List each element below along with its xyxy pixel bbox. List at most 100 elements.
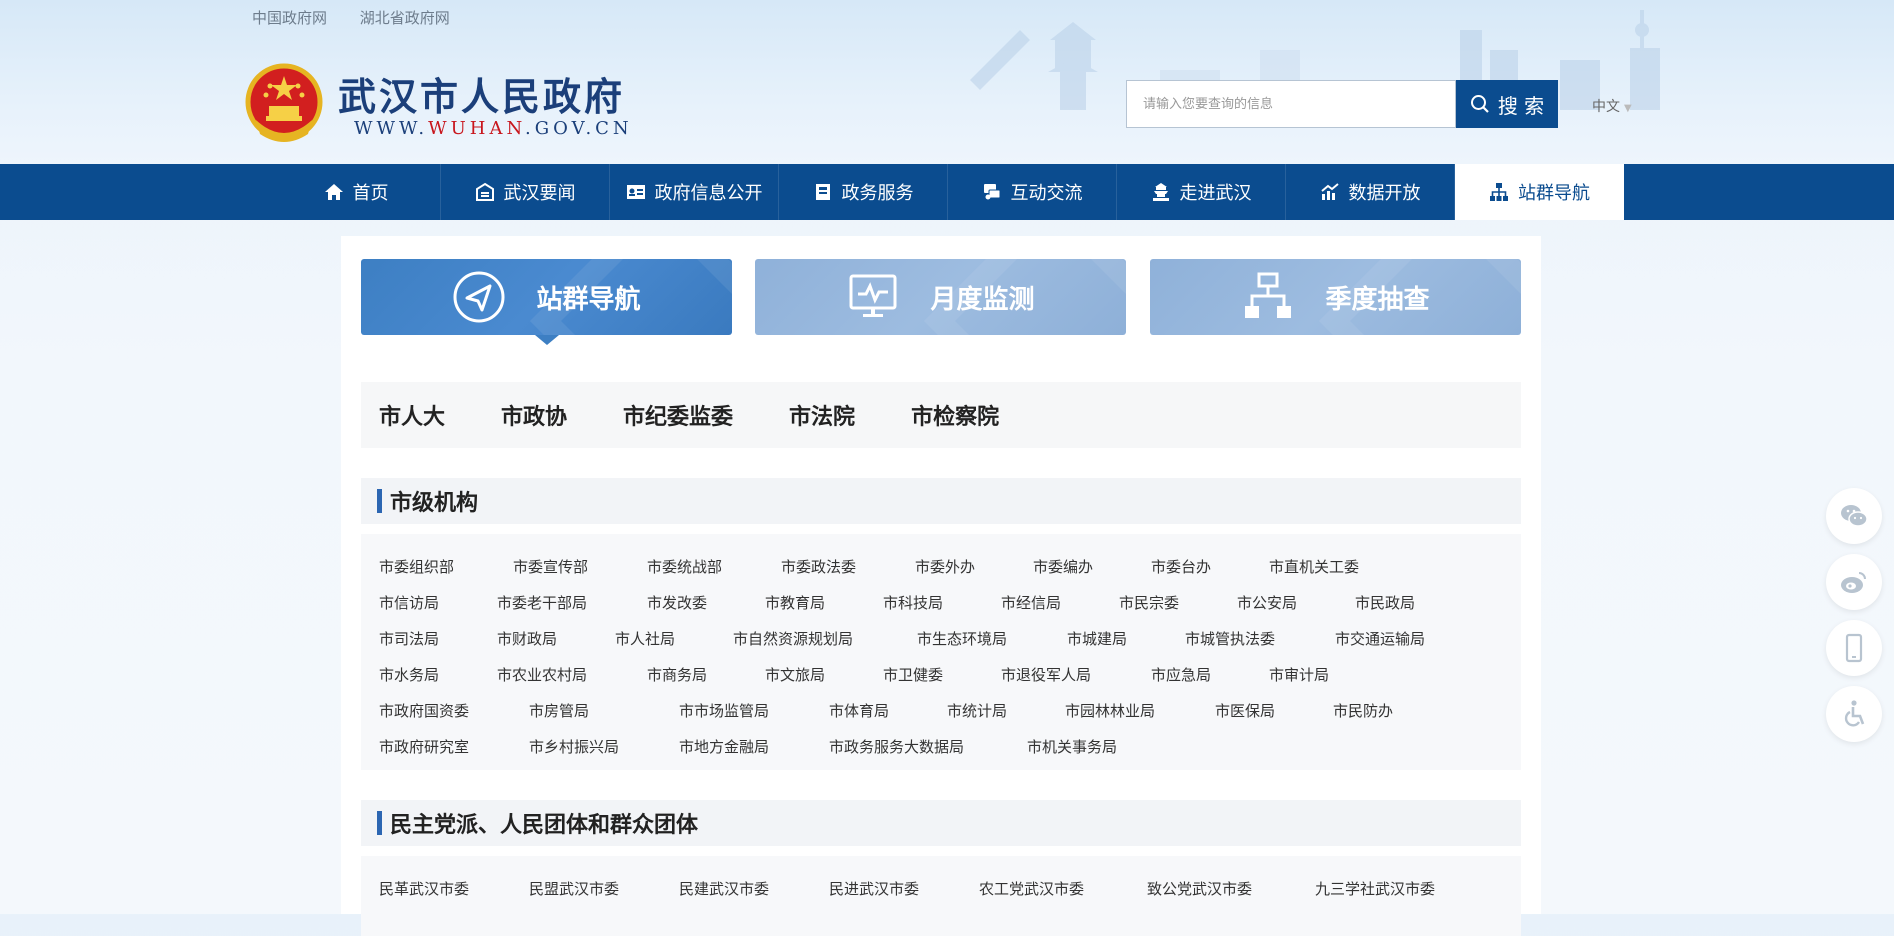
org-link[interactable]: 市交通运输局 — [1335, 628, 1485, 649]
org-link[interactable]: 市政务服务大数据局 — [829, 736, 1027, 757]
org-link[interactable]: 民建武汉市委 — [679, 878, 829, 899]
org-link[interactable]: 市直机关工委 — [1269, 556, 1409, 577]
org-link[interactable]: 市委宣传部 — [513, 556, 647, 577]
org-link[interactable]: 市机关事务局 — [1027, 736, 1177, 757]
org-link[interactable]: 市城管执法委 — [1185, 628, 1335, 649]
nav-gov-service[interactable]: 政务服务 — [779, 164, 948, 220]
org-link[interactable]: 市房管局 — [529, 700, 679, 721]
org-link[interactable]: 市应急局 — [1151, 664, 1269, 685]
nav-interaction[interactable]: 互动交流 — [948, 164, 1117, 220]
org-link[interactable]: 市市场监管局 — [679, 700, 829, 721]
language-label: 中文 — [1592, 99, 1620, 115]
search-input[interactable]: 请输入您要查询的信息 — [1126, 80, 1456, 128]
org-link[interactable]: 致公党武汉市委 — [1147, 878, 1315, 899]
org-link[interactable]: 民进武汉市委 — [829, 878, 979, 899]
party-group-links: 民革武汉市委 民盟武汉市委 民建武汉市委 民进武汉市委 农工党武汉市委 致公党武汉市委 九三… — [361, 856, 1521, 936]
interaction-icon — [983, 184, 1000, 200]
org-link[interactable]: 市教育局 — [765, 592, 883, 613]
org-link[interactable]: 市园林林业局 — [1065, 700, 1215, 721]
nav-wuhan-news[interactable]: 武汉要闻 — [441, 164, 610, 220]
link-hubei-gov[interactable]: 湖北省政府网 — [360, 9, 450, 27]
nav-about-wuhan[interactable]: 走进武汉 — [1117, 164, 1286, 220]
org-link[interactable]: 市委组织部 — [379, 556, 513, 577]
org-link[interactable]: 市水务局 — [379, 664, 497, 685]
org-link[interactable]: 市体育局 — [829, 700, 947, 721]
wechat-icon — [1841, 505, 1868, 527]
weibo-button[interactable] — [1826, 554, 1882, 610]
org-link[interactable]: 市委编办 — [1033, 556, 1151, 577]
section-marker — [377, 489, 382, 513]
search-button[interactable]: 搜 索 — [1456, 80, 1558, 128]
org-link[interactable]: 市卫健委 — [883, 664, 1001, 685]
link-row: 民革武汉市委 民盟武汉市委 民建武汉市委 民进武汉市委 农工党武汉市委 致公党武汉市委 九三… — [379, 870, 1503, 906]
org-link[interactable]: 市委外办 — [915, 556, 1033, 577]
org-link[interactable]: 市生态环境局 — [917, 628, 1067, 649]
org-link[interactable]: 市民政局 — [1355, 592, 1473, 613]
org-link[interactable]: 市信访局 — [379, 592, 497, 613]
section-title: 民主党派、人民团体和群众团体 — [390, 813, 699, 838]
nav-interaction-label: 互动交流 — [1010, 183, 1083, 204]
main-panel: 站群导航 月度监测 季度抽查 市人大 市政协 市纪委监委 市法院 市检察院 市级… — [341, 236, 1541, 936]
org-link[interactable]: 市统计局 — [947, 700, 1065, 721]
org-link[interactable]: 市科技局 — [883, 592, 1001, 613]
org-link[interactable]: 市检察院 — [911, 399, 999, 431]
search-button-label: 搜 索 — [1497, 93, 1545, 118]
mobile-button[interactable] — [1826, 620, 1882, 676]
url-brand: WUHAN — [428, 118, 526, 139]
org-link[interactable]: 市民宗委 — [1119, 592, 1237, 613]
nav-gov-info[interactable]: 政府信息公开 — [610, 164, 779, 220]
org-link[interactable]: 市审计局 — [1269, 664, 1387, 685]
org-link[interactable]: 市商务局 — [647, 664, 765, 685]
org-link[interactable]: 市医保局 — [1215, 700, 1333, 721]
nav-gov-service-label: 政务服务 — [841, 183, 914, 204]
city-institution-links: 市委组织部 市委宣传部 市委统战部 市委政法委 市委外办 市委编办 市委台办 市直机关工委市信… — [361, 534, 1521, 770]
org-link[interactable]: 市民防办 — [1333, 700, 1451, 721]
weibo-icon — [1841, 572, 1866, 593]
org-link[interactable]: 市委老干部局 — [497, 592, 647, 613]
org-link[interactable]: 市委政法委 — [781, 556, 915, 577]
org-link[interactable]: 市委台办 — [1151, 556, 1269, 577]
national-emblem-logo[interactable] — [242, 62, 326, 146]
org-link[interactable]: 市政府研究室 — [379, 736, 529, 757]
tab-quarterly-check[interactable]: 季度抽查 — [1150, 259, 1521, 335]
org-link[interactable]: 民革武汉市委 — [379, 878, 529, 899]
org-link[interactable]: 市人大 — [379, 399, 445, 431]
link-row: 市委组织部 市委宣传部 市委统战部 市委政法委 市委外办 市委编办 市委台办 市直机关工委 — [379, 548, 1503, 584]
org-link[interactable]: 市文旅局 — [765, 664, 883, 685]
org-link[interactable]: 市公安局 — [1237, 592, 1355, 613]
org-link[interactable]: 民盟武汉市委 — [529, 878, 679, 899]
nav-home[interactable]: 首页 — [272, 164, 441, 220]
org-link[interactable]: 市城建局 — [1067, 628, 1185, 649]
chevron-down-icon: ▼ — [1624, 103, 1632, 114]
accessibility-button[interactable] — [1826, 686, 1882, 742]
org-link[interactable]: 市地方金融局 — [679, 736, 829, 757]
org-link[interactable]: 市人社局 — [615, 628, 733, 649]
nav-open-data[interactable]: 数据开放 — [1286, 164, 1455, 220]
org-link[interactable]: 市纪委监委 — [623, 399, 733, 431]
org-link[interactable]: 市财政局 — [497, 628, 615, 649]
org-link[interactable]: 九三学社武汉市委 — [1315, 878, 1485, 899]
org-link[interactable]: 市委统战部 — [647, 556, 781, 577]
monitor-icon — [849, 274, 897, 317]
org-link[interactable]: 市经信局 — [1001, 592, 1119, 613]
org-link[interactable]: 市乡村振兴局 — [529, 736, 679, 757]
link-gov-cn[interactable]: 中国政府网 — [252, 9, 327, 27]
tab-site-navigation[interactable]: 站群导航 — [361, 259, 732, 335]
org-link[interactable]: 市自然资源规划局 — [733, 628, 917, 649]
org-link[interactable]: 市发改委 — [647, 592, 765, 613]
org-link[interactable]: 市退役军人局 — [1001, 664, 1151, 685]
org-link[interactable]: 市政协 — [501, 399, 567, 431]
org-link[interactable]: 市政府国资委 — [379, 700, 529, 721]
org-link[interactable]: 市农业农村局 — [497, 664, 647, 685]
nav-site-navigation[interactable]: 站群导航 — [1455, 164, 1624, 220]
tab-monthly-monitoring[interactable]: 月度监测 — [755, 259, 1126, 335]
info-card-icon — [626, 185, 645, 199]
language-select[interactable]: 中文 ▼ — [1592, 96, 1632, 116]
wechat-button[interactable] — [1826, 488, 1882, 544]
home-icon — [324, 184, 343, 200]
org-link[interactable]: 市司法局 — [379, 628, 497, 649]
org-link[interactable]: 市法院 — [789, 399, 855, 431]
send-icon — [453, 271, 505, 323]
nav-site-navigation-label: 站群导航 — [1518, 183, 1590, 204]
org-link[interactable]: 农工党武汉市委 — [979, 878, 1147, 899]
